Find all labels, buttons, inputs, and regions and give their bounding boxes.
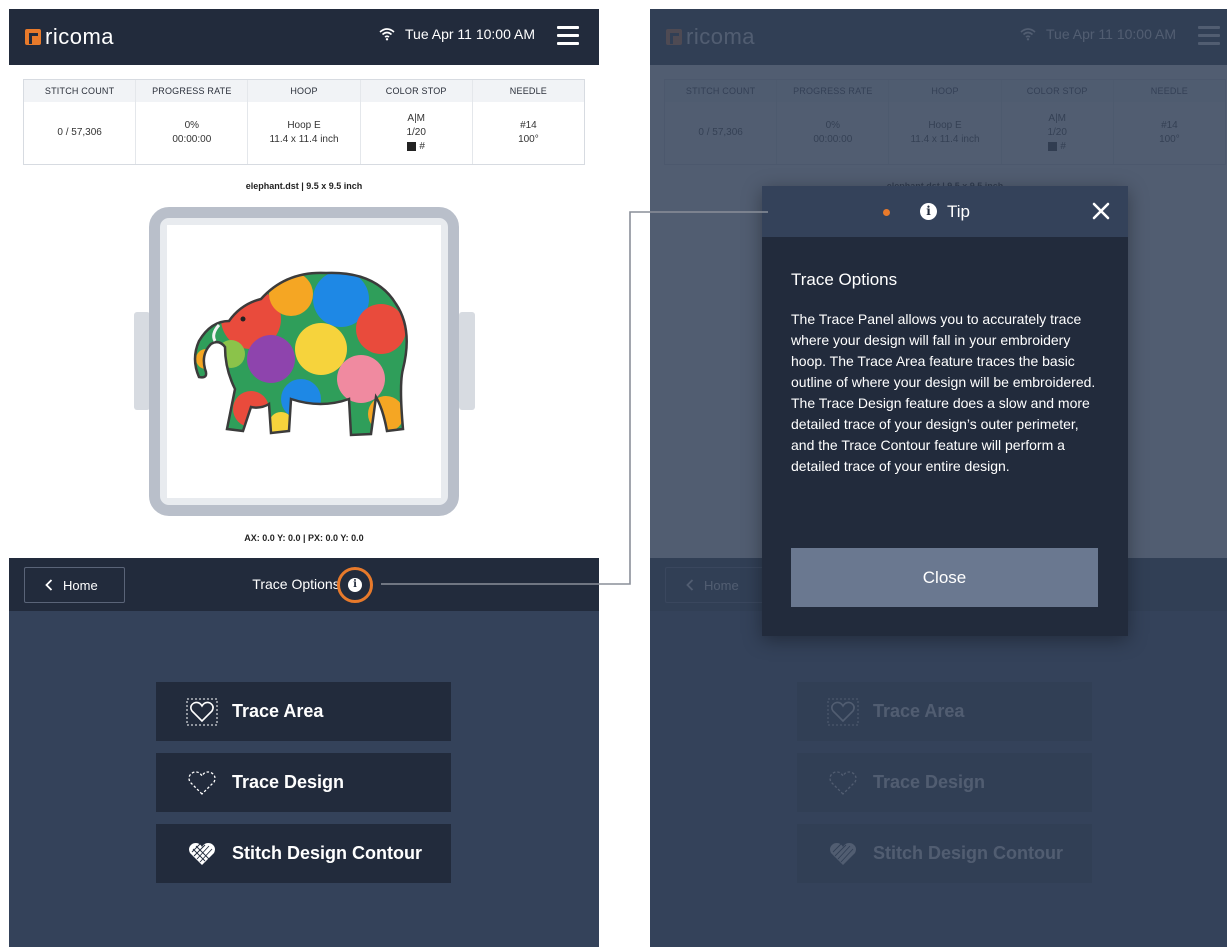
stat-stitch-count: STITCH COUNT 0 / 57,306 [24, 80, 137, 164]
tip-title: i Tip [762, 186, 1128, 237]
stitch-design-contour-label: Stitch Design Contour [232, 843, 422, 863]
hoop-canvas [167, 225, 441, 498]
close-icon[interactable] [1090, 200, 1112, 222]
design-preview-area: STITCH COUNT 0 / 57,306 PROGRESS RATE 0%… [9, 65, 599, 558]
hoop-size: 11.4 x 11.4 inch [269, 134, 339, 145]
tip-body-text: The Trace Panel allows you to accurately… [791, 311, 1096, 474]
stat-color-stop: COLOR STOP A|M 1/20 # [360, 80, 473, 164]
hoop-bracket-right [459, 312, 475, 410]
hoop-bracket-left [134, 312, 150, 410]
stats-table: STITCH COUNT 0 / 57,306 PROGRESS RATE 0%… [23, 79, 585, 165]
color-swatch-icon [407, 141, 417, 151]
trace-area-label: Trace Area [232, 701, 324, 721]
logo-mark-icon [25, 29, 41, 45]
ricoma-logo: ricoma [25, 22, 114, 52]
info-icon: i [348, 578, 362, 592]
stat-label: COLOR STOP [360, 80, 472, 102]
color-stop-mode: A|M [407, 113, 426, 124]
filled-stitch-heart-icon [189, 842, 215, 865]
tip-screen: ricoma Tue Apr 11 10:00 AM STITCH COUNT … [650, 9, 1227, 947]
design-file-info: elephant.dst | 9.5 x 9.5 inch [245, 181, 363, 191]
trace-area-button[interactable]: Trace Area [156, 682, 451, 741]
stat-label: HOOP [248, 80, 360, 102]
stitch-design-contour-button[interactable]: Stitch Design Contour [156, 824, 451, 883]
tip-modal: i Tip Trace Options The Trace Panel allo… [762, 186, 1128, 636]
needle-angle: 100° [518, 134, 539, 145]
hoop-frame [149, 207, 459, 516]
info-icon: i [920, 203, 937, 220]
tip-header-label: Tip [947, 201, 970, 221]
stat-progress-rate: PROGRESS RATE 0% 00:00:00 [136, 80, 249, 164]
progress-time: 00:00:00 [172, 134, 212, 145]
color-stop-color: # [419, 141, 425, 152]
needle-number: #14 [520, 120, 537, 131]
dashed-heart-icon [188, 770, 216, 795]
trace-options-panel: Trace Area Trace Design Stitch Design Co… [9, 611, 599, 947]
hamburger-menu-icon[interactable] [557, 26, 579, 46]
tip-body-title: Trace Options [791, 270, 898, 289]
tip-header: i Tip [762, 186, 1128, 237]
hoop-name: Hoop E [287, 120, 321, 131]
info-button[interactable]: i [337, 567, 373, 603]
stitch-count-value: 0 / 57,306 [57, 127, 102, 138]
stat-label: STITCH COUNT [24, 80, 136, 102]
stat-hoop: HOOP Hoop E 11.4 x 11.4 inch [248, 80, 361, 164]
stat-label: PROGRESS RATE [136, 80, 248, 102]
trace-design-button[interactable]: Trace Design [156, 753, 451, 812]
status-area: Tue Apr 11 10:00 AM [379, 26, 535, 42]
stat-label: NEEDLE [472, 80, 585, 102]
coordinates-readout: AX: 0.0 Y: 0.0 | PX: 0.0 Y: 0.0 [244, 533, 364, 543]
trace-design-label: Trace Design [232, 772, 345, 792]
progress-percent: 0% [184, 120, 200, 131]
nav-bar: Home Trace Options i [9, 558, 599, 611]
color-stop-count: 1/20 [406, 127, 426, 138]
elephant-design-image [193, 271, 408, 437]
close-button[interactable]: Close [791, 548, 1098, 607]
wifi-icon [379, 28, 395, 41]
dashed-box-heart-icon [186, 698, 218, 725]
logo-text: ricoma [45, 24, 115, 49]
top-bar: ricoma Tue Apr 11 10:00 AM [9, 9, 599, 65]
stat-needle: NEEDLE #14 100° [472, 80, 585, 164]
main-screen: ricoma Tue Apr 11 10:00 AM STITCH COUNT … [9, 9, 599, 947]
datetime: Tue Apr 11 10:00 AM [405, 26, 535, 42]
page-title: Trace Options [252, 576, 340, 592]
